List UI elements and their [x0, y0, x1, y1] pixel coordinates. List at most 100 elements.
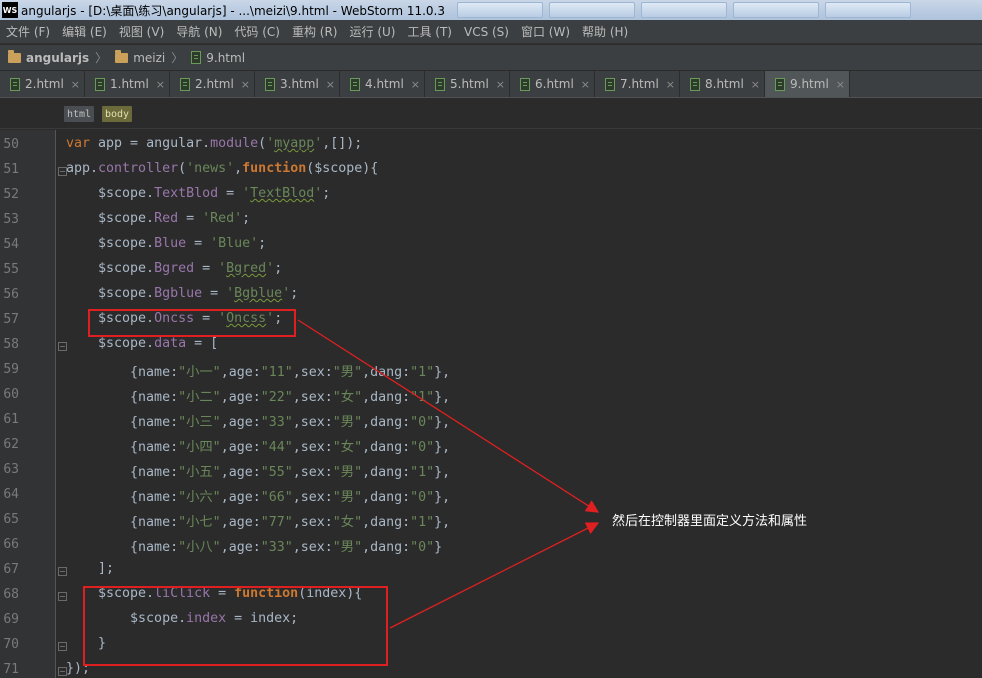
taskbar-ghost — [549, 2, 636, 18]
close-tab-icon[interactable]: × — [71, 78, 80, 91]
menu-bar: 文件 (F) 编辑 (E) 视图 (V) 导航 (N) 代码 (C) 重构 (R… — [0, 20, 982, 44]
tab-1-html[interactable]: 1.html × — [85, 71, 170, 97]
close-tab-icon[interactable]: × — [836, 78, 845, 91]
tab-5-html[interactable]: 5.html × — [425, 71, 510, 97]
menu-file[interactable]: 文件 (F) — [6, 23, 50, 40]
html-file-icon — [191, 51, 202, 64]
html-file-icon — [775, 77, 785, 91]
editor-tab-bar: 2.html × 1.html × 2.html × 3.html × 4.html × 5.htm… — [0, 71, 982, 98]
tab-label: 7.html — [620, 77, 659, 91]
line-number: 64 — [3, 487, 19, 502]
line-number: 63 — [3, 462, 19, 477]
menu-edit[interactable]: 编辑 (E) — [62, 23, 107, 40]
close-tab-icon[interactable]: × — [496, 78, 505, 91]
html-file-icon — [95, 77, 105, 91]
taskbar-ghost — [641, 2, 728, 18]
line-number-gutter: 50 51 52 53 54 55 56 57 58 59 60 61 62 63 64 65 66 67 68 69… — [0, 130, 56, 678]
menu-window[interactable]: 窗口 (W) — [521, 23, 570, 40]
breadcrumb-separator: 〉 — [95, 51, 108, 65]
fold-marker-icon[interactable] — [58, 592, 67, 601]
code-line[interactable]: $scope.data = [ — [66, 336, 218, 351]
menu-tools[interactable]: 工具 (T) — [407, 23, 452, 40]
line-number: 70 — [3, 637, 19, 652]
fold-marker-icon[interactable] — [58, 167, 67, 176]
taskbar-ghost — [733, 2, 820, 18]
html-structure-bar: html body — [0, 99, 982, 129]
html-file-icon — [10, 77, 20, 91]
code-line[interactable]: {name:"小一",age:"11",sex:"男",dang:"1"}, — [66, 361, 450, 380]
code-line[interactable]: {name:"小五",age:"55",sex:"男",dang:"1"}, — [66, 461, 450, 480]
structure-tag-html[interactable]: html — [64, 106, 95, 122]
code-line[interactable]: {name:"小四",age:"44",sex:"女",dang:"0"}, — [66, 436, 450, 455]
menu-code[interactable]: 代码 (C) — [234, 23, 280, 40]
fold-marker-icon[interactable] — [58, 342, 67, 351]
html-file-icon — [265, 77, 275, 91]
tab-label: 2.html — [25, 77, 64, 91]
taskbar-ghost — [825, 2, 912, 18]
close-tab-icon[interactable]: × — [581, 78, 590, 91]
menu-view[interactable]: 视图 (V) — [119, 23, 164, 40]
html-file-icon — [435, 77, 445, 91]
code-line[interactable]: ]; — [66, 561, 114, 576]
line-number: 53 — [3, 212, 19, 227]
code-line[interactable]: var app = angular.module('myapp',[]); — [66, 136, 362, 151]
line-number: 56 — [3, 287, 19, 302]
code-line[interactable]: {name:"小三",age:"33",sex:"男",dang:"0"}, — [66, 411, 450, 430]
tab-label: 1.html — [110, 77, 149, 91]
html-file-icon — [350, 77, 360, 91]
tab-label: 4.html — [365, 77, 404, 91]
menu-refactor[interactable]: 重构 (R) — [292, 23, 338, 40]
tab-7-html[interactable]: 7.html × — [595, 71, 680, 97]
code-line[interactable]: $scope.TextBlod = 'TextBlod'; — [66, 186, 330, 201]
line-number: 54 — [3, 237, 19, 252]
breadcrumb-folder[interactable]: meizi — [115, 49, 165, 65]
fold-marker-icon[interactable] — [58, 667, 67, 676]
tab-6-html[interactable]: 6.html × — [510, 71, 595, 97]
annotation-box-oncss — [88, 309, 296, 337]
navigation-breadcrumb: angularjs 〉 meizi 〉 9.html — [0, 45, 982, 71]
breadcrumb-file[interactable]: 9.html — [191, 51, 245, 65]
tab-label: 9.html — [790, 77, 829, 91]
code-line[interactable]: $scope.Blue = 'Blue'; — [66, 236, 266, 251]
code-line[interactable]: {name:"小二",age:"22",sex:"女",dang:"1"}, — [66, 386, 450, 405]
close-tab-icon[interactable]: × — [326, 78, 335, 91]
code-line[interactable]: $scope.Red = 'Red'; — [66, 211, 250, 226]
tab-8-html[interactable]: 8.html × — [680, 71, 765, 97]
fold-marker-icon[interactable] — [58, 642, 67, 651]
annotation-note: 然后在控制器里面定义方法和属性 — [612, 514, 808, 529]
menu-help[interactable]: 帮助 (H) — [582, 23, 628, 40]
menu-vcs[interactable]: VCS (S) — [464, 25, 509, 39]
fold-marker-icon[interactable] — [58, 567, 67, 576]
tab-3-html[interactable]: 3.html × — [255, 71, 340, 97]
code-line[interactable]: app.controller('news',function($scope){ — [66, 161, 378, 176]
close-tab-icon[interactable]: × — [751, 78, 760, 91]
line-number: 71 — [3, 662, 19, 677]
breadcrumb-file-label: 9.html — [206, 50, 246, 65]
code-line[interactable]: $scope.Bgblue = 'Bgblue'; — [66, 286, 298, 301]
tab-9-html[interactable]: 9.html × — [765, 71, 850, 97]
tab-2-html[interactable]: 2.html × — [0, 71, 85, 97]
line-number: 50 — [3, 137, 19, 152]
code-line[interactable]: {name:"小七",age:"77",sex:"女",dang:"1"}, — [66, 511, 450, 530]
code-line[interactable]: {name:"小八",age:"33",sex:"男",dang:"0"} — [66, 536, 442, 555]
menu-navigate[interactable]: 导航 (N) — [176, 23, 222, 40]
tab-label: 2.html — [195, 77, 234, 91]
code-line[interactable]: $scope.Bgred = 'Bgred'; — [66, 261, 282, 276]
line-number: 67 — [3, 562, 19, 577]
breadcrumb-project-label: angularjs — [26, 50, 90, 65]
tab-4-html[interactable]: 4.html × — [340, 71, 425, 97]
tab-2-html[interactable]: 2.html × — [170, 71, 255, 97]
close-tab-icon[interactable]: × — [666, 78, 675, 91]
close-tab-icon[interactable]: × — [411, 78, 420, 91]
tab-label: 5.html — [450, 77, 489, 91]
code-line[interactable]: {name:"小六",age:"66",sex:"男",dang:"0"}, — [66, 486, 450, 505]
breadcrumb-project[interactable]: angularjs — [8, 49, 90, 65]
close-tab-icon[interactable]: × — [156, 78, 165, 91]
line-number: 68 — [3, 587, 19, 602]
structure-tag-body[interactable]: body — [102, 106, 133, 122]
line-number: 69 — [3, 612, 19, 627]
menu-run[interactable]: 运行 (U) — [350, 23, 396, 40]
line-number: 61 — [3, 412, 19, 427]
close-tab-icon[interactable]: × — [241, 78, 250, 91]
taskbar-ghost — [457, 2, 544, 18]
